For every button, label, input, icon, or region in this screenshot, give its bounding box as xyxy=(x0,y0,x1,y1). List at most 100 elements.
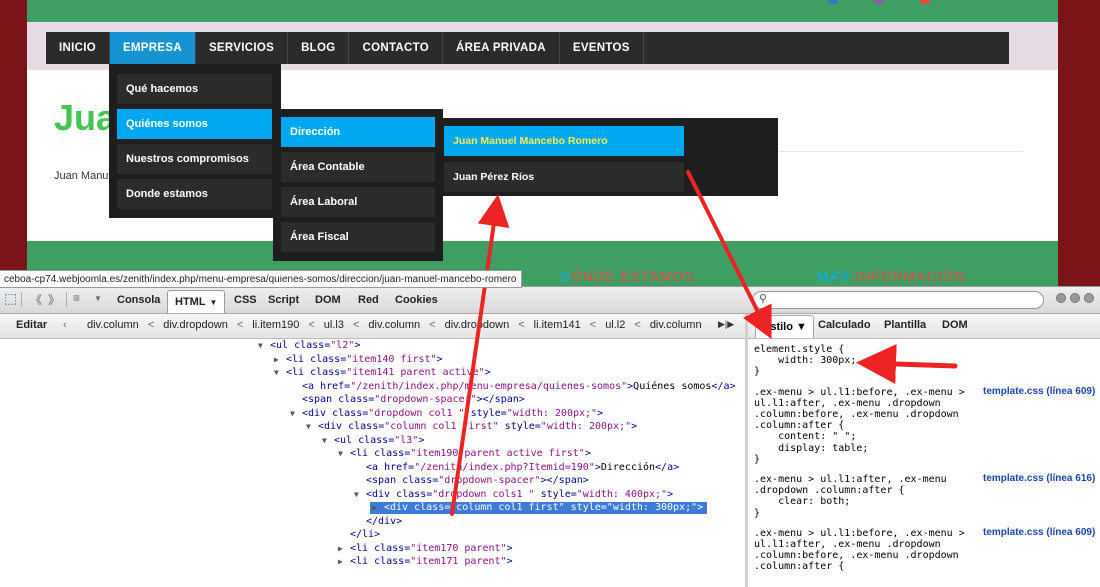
css-rule-line[interactable]: clear: both; xyxy=(754,496,850,507)
tab-consola[interactable]: Consola xyxy=(110,291,167,309)
css-rule-line[interactable]: } xyxy=(754,508,760,519)
html-node[interactable]: <span class="dropdown-spacer"></span> xyxy=(290,394,525,406)
breadcrumb-item[interactable]: div.column xyxy=(650,319,702,331)
css-rule-line[interactable]: content: " "; xyxy=(754,431,856,442)
tab-cookies[interactable]: Cookies xyxy=(388,291,445,309)
nav-item-eventos[interactable]: EVENTOS xyxy=(560,32,644,64)
social-icon-2[interactable] xyxy=(874,0,884,4)
menu-item-donde-estamos[interactable]: Donde estamos xyxy=(117,179,272,209)
expand-icon[interactable]: ▶ xyxy=(338,556,350,568)
side-tab-dom[interactable]: DOM xyxy=(942,319,968,331)
nav-item-área-privada[interactable]: ÁREA PRIVADA xyxy=(443,32,560,64)
edit-button[interactable]: Editar xyxy=(16,319,47,331)
expand-icon[interactable]: ▶ xyxy=(372,502,384,514)
footer-link-donde-estamos[interactable]: DÓNDE ESTAMOS xyxy=(560,268,695,284)
tab-html[interactable]: HTML ▼ xyxy=(167,290,226,313)
side-tab-calculado[interactable]: Calculado xyxy=(818,319,871,331)
css-rule-line[interactable]: ul.l1:after, .ex-menu .dropdown xyxy=(754,398,941,409)
html-node[interactable]: ▼ <ul class="l3"> xyxy=(322,435,424,447)
html-node[interactable]: <a href="/zenith/index.php/menu-empresa/… xyxy=(290,381,736,393)
social-icon-1[interactable] xyxy=(828,0,838,4)
html-node[interactable]: ▶ <li class="item171 parent"> xyxy=(338,556,513,568)
html-node[interactable]: ▼ <div class="dropdown col1 " style="widt… xyxy=(290,408,603,420)
html-node[interactable]: <span class="dropdown-spacer"></span> xyxy=(354,475,589,487)
html-node[interactable]: ▶ <li class="item170 parent"> xyxy=(338,543,513,555)
menu-item-juan-perez-rios[interactable]: Juan Pérez Ríos xyxy=(444,162,684,192)
html-node[interactable]: ▶ <li class="item140 first"> xyxy=(274,354,443,366)
selected-node[interactable]: ▶ <div class="column col1 first" style="w… xyxy=(370,502,708,514)
menu-item-que-hacemos[interactable]: Qué hacemos xyxy=(117,74,272,104)
expand-icon[interactable]: ▶ xyxy=(338,543,350,555)
html-node[interactable]: </li> xyxy=(338,529,380,541)
nav-item-contacto[interactable]: CONTACTO xyxy=(349,32,443,64)
social-icon-3[interactable] xyxy=(920,0,930,4)
css-rule-line[interactable]: display: table; xyxy=(754,443,868,454)
css-rule-line[interactable]: element.style { xyxy=(754,344,844,355)
css-rule-line[interactable]: .dropdown .column:after { xyxy=(754,485,905,496)
detach-icon[interactable] xyxy=(1070,293,1080,303)
html-node[interactable]: ▼ <div class="column col1 first" style="w… xyxy=(306,421,637,433)
html-node[interactable]: ▼ <li class="item190 parent active first"… xyxy=(338,448,591,460)
collapse-icon[interactable]: ▼ xyxy=(338,448,350,460)
tab-red[interactable]: Red xyxy=(351,291,386,309)
nav-item-blog[interactable]: BLOG xyxy=(288,32,350,64)
breadcrumb-item[interactable]: div.column xyxy=(368,319,420,331)
breadcrumb-item[interactable]: div.column xyxy=(87,319,139,331)
css-rule-line[interactable]: .column:before, .ex-menu .dropdown xyxy=(754,409,959,420)
breadcrumb-scroll-left-icon[interactable]: ‹ xyxy=(63,319,67,331)
collapse-icon[interactable]: ▼ xyxy=(322,435,334,447)
menu-list-icon[interactable]: ≡ xyxy=(73,291,80,305)
collapse-icon[interactable]: ▼ xyxy=(306,421,318,433)
breadcrumb-item[interactable]: ul.l2 xyxy=(605,319,625,331)
css-rule-line[interactable]: .ex-menu > ul.l1:after, .ex-menu xyxy=(754,474,947,485)
css-rule-line[interactable]: .ex-menu > ul.l1:before, .ex-menu > xyxy=(754,387,965,398)
menu-item-area-fiscal[interactable]: Área Fiscal xyxy=(281,222,435,252)
css-source-link[interactable]: template.css (línea 616) xyxy=(983,473,1095,484)
side-tab-estilo[interactable]: Estilo ▼ xyxy=(755,315,814,338)
breadcrumb-item[interactable]: ul.l3 xyxy=(324,319,344,331)
menu-item-area-laboral[interactable]: Área Laboral xyxy=(281,187,435,217)
css-source-link[interactable]: template.css (línea 609) xyxy=(983,386,1095,397)
css-rule-line[interactable]: .column:after { xyxy=(754,561,844,572)
css-rule-line[interactable]: .ex-menu > ul.l1:before, .ex-menu > xyxy=(754,528,965,539)
html-node[interactable]: ▼ <div class="dropdown cols1 " style="wid… xyxy=(354,489,673,501)
nav-item-servicios[interactable]: SERVICIOS xyxy=(196,32,289,64)
forward-icon[interactable]: 》 xyxy=(48,291,60,308)
menu-item-juan-manuel-mancebo-romero[interactable]: Juan Manuel Mancebo Romero xyxy=(444,126,684,156)
breadcrumb-item[interactable]: li.item141 xyxy=(534,319,581,331)
html-node[interactable]: <a href="/zenith/index.php?Itemid=190">D… xyxy=(354,462,679,474)
breadcrumb-item[interactable]: li.item190 xyxy=(252,319,299,331)
expand-icon[interactable]: ▶ xyxy=(274,354,286,366)
nav-item-empresa[interactable]: EMPRESA xyxy=(109,32,196,64)
tab-css[interactable]: CSS xyxy=(227,291,264,309)
css-rule-line[interactable]: width: 300px; xyxy=(754,355,856,366)
html-node[interactable]: ▼ <li class="item141 parent active"> xyxy=(274,367,491,379)
menu-item-direccion[interactable]: Dirección xyxy=(281,117,435,147)
menu-item-quienes-somos[interactable]: Quiénes somos xyxy=(117,109,272,139)
chevron-down-icon[interactable]: ▼ xyxy=(94,294,102,303)
breadcrumb-item[interactable]: div.dropdown xyxy=(163,319,228,331)
inspect-icon[interactable]: ⬚ xyxy=(4,290,17,307)
html-node[interactable]: ▼ <ul class="l2"> xyxy=(258,340,360,352)
footer-link-mas-informacion[interactable]: MÁS INFORMACIÓN xyxy=(817,268,966,284)
back-icon[interactable]: 《 xyxy=(30,291,42,308)
menu-item-nuestros-compromisos[interactable]: Nuestros compromisos xyxy=(117,144,272,174)
css-rule-line[interactable]: .column:before, .ex-menu .dropdown xyxy=(754,550,959,561)
breadcrumb-scroll-icons[interactable]: ▶|▶ xyxy=(718,319,734,330)
html-node[interactable]: </div> xyxy=(354,516,402,528)
collapse-icon[interactable]: ▼ xyxy=(354,489,366,501)
minimize-icon[interactable] xyxy=(1056,293,1066,303)
breadcrumb-item[interactable]: div.dropdown xyxy=(445,319,510,331)
tab-script[interactable]: Script xyxy=(261,291,306,309)
css-rule-line[interactable]: ul.l1:after, .ex-menu .dropdown xyxy=(754,539,941,550)
css-rule-line[interactable]: .column:after { xyxy=(754,420,844,431)
side-tab-plantilla[interactable]: Plantilla xyxy=(884,319,926,331)
collapse-icon[interactable]: ▼ xyxy=(290,408,302,420)
collapse-icon[interactable]: ▼ xyxy=(258,340,270,352)
css-rule-line[interactable]: } xyxy=(754,366,760,377)
tab-dom[interactable]: DOM xyxy=(308,291,348,309)
devtools-search-input[interactable]: ⚲ xyxy=(752,291,1044,309)
close-icon[interactable] xyxy=(1084,293,1094,303)
collapse-icon[interactable]: ▼ xyxy=(274,367,286,379)
css-rule-line[interactable]: } xyxy=(754,454,760,465)
